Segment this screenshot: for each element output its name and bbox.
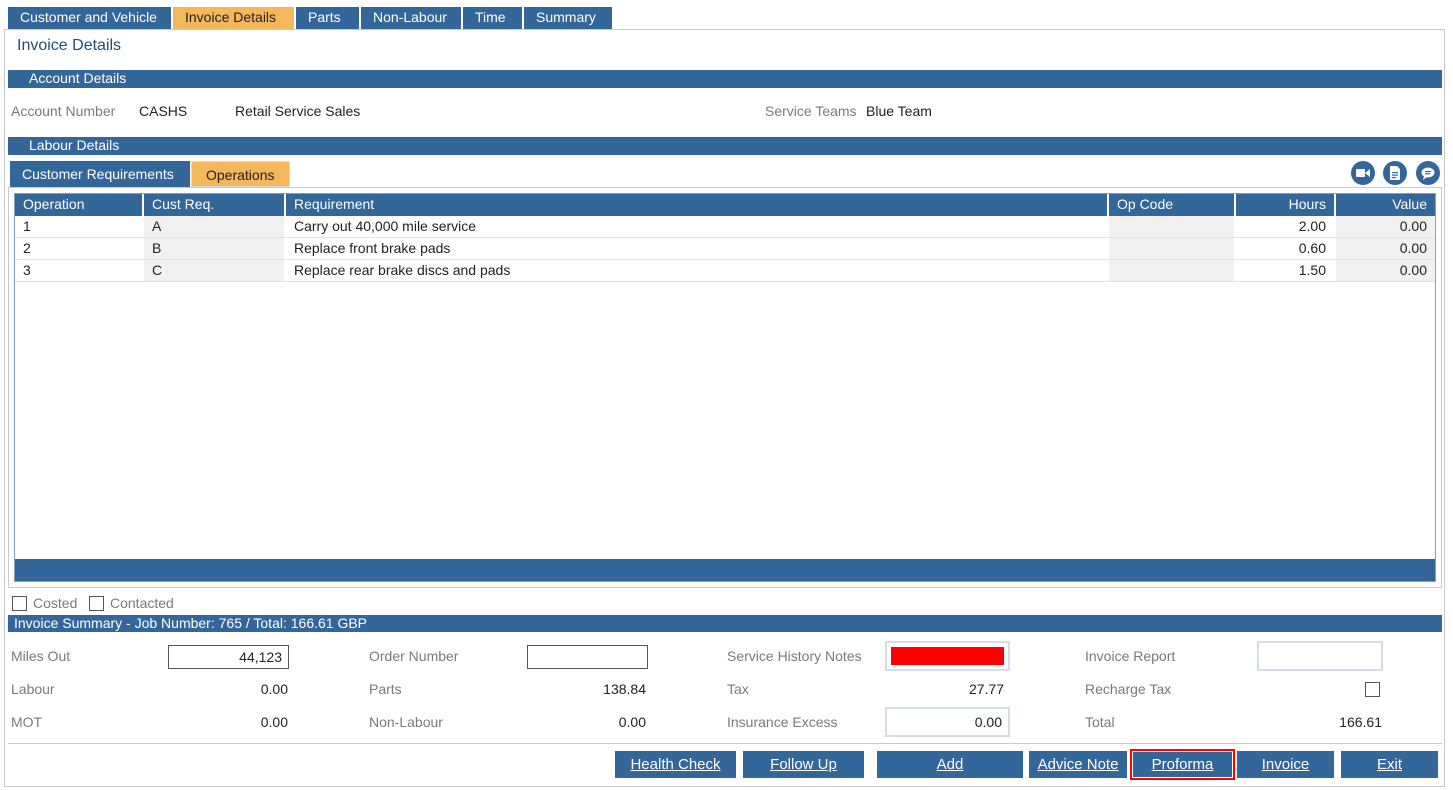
parts-value: 138.84 [603,681,646,697]
hours-cell: 1.50 [1236,260,1336,281]
requirement-cell: Carry out 40,000 mile service [286,216,1109,237]
hours-cell: 2.00 [1236,216,1336,237]
order-number-label: Order Number [369,648,459,664]
advice-note-button[interactable]: Advice Note [1029,751,1127,778]
op-code-cell [1109,238,1236,259]
grid-header-row: Operation Cust Req. Requirement Op Code … [15,194,1435,216]
tab-invoice-details[interactable]: Invoice Details [173,7,296,29]
account-details-title: Account Details [29,70,127,86]
col-cust-req-header[interactable]: Cust Req. [144,194,286,216]
comment-icon[interactable] [1416,161,1440,185]
requirement-cell: Replace rear brake discs and pads [286,260,1109,281]
requirement-cell: Replace front brake pads [286,238,1109,259]
labour-label: Labour [11,681,55,697]
exit-button[interactable]: Exit [1341,751,1438,778]
hours-cell: 0.60 [1236,238,1336,259]
labour-details-header: Labour Details [8,137,1442,155]
tax-value: 27.77 [968,681,1004,697]
col-op-code-header[interactable]: Op Code [1109,194,1236,216]
insurance-excess-input[interactable]: 0.00 [885,707,1010,737]
table-row[interactable]: 3 C Replace rear brake discs and pads 1.… [15,260,1435,282]
service-history-notes-label: Service History Notes [727,648,862,664]
op-code-cell [1109,216,1236,237]
costed-checkbox[interactable] [12,595,27,611]
tab-time[interactable]: Time [463,7,524,29]
account-number-value: CASHS [139,103,188,119]
cust-req-cell: A [144,216,286,237]
non-labour-label: Non-Labour [369,714,443,730]
col-hours-header[interactable]: Hours [1236,194,1336,216]
contacted-label: Contacted [110,595,174,611]
proforma-button[interactable]: Proforma [1130,749,1235,780]
table-row[interactable]: 2 B Replace front brake pads 0.60 0.00 [15,238,1435,260]
account-number-label: Account Number [11,103,116,119]
page-title: Invoice Details [17,37,122,54]
non-labour-value: 0.00 [618,714,646,730]
miles-out-input[interactable]: 44,123 [168,645,289,669]
col-value-header[interactable]: Value [1336,194,1435,216]
tab-customer-and-vehicle[interactable]: Customer and Vehicle [8,7,173,29]
tab-customer-requirements[interactable]: Customer Requirements [10,161,190,187]
order-number-input[interactable] [527,645,648,669]
grid-footer [15,559,1435,581]
account-details-header: Account Details [8,70,1442,88]
tab-non-labour[interactable]: Non-Labour [361,7,463,29]
total-value: 166.61 [1339,714,1382,730]
col-operation-header[interactable]: Operation [15,194,144,216]
labour-value: 0.00 [260,681,288,697]
service-teams-label: Service Teams [765,103,857,119]
document-icon[interactable] [1383,161,1407,185]
service-history-alert-fill [891,647,1004,665]
costed-checkbox-group: Costed [12,595,77,611]
insurance-excess-label: Insurance Excess [727,714,838,730]
health-check-button[interactable]: Health Check [615,751,736,778]
parts-label: Parts [369,681,402,697]
value-cell: 0.00 [1336,238,1435,259]
video-icon[interactable] [1351,161,1375,185]
contacted-checkbox-group: Contacted [89,595,174,611]
invoice-button[interactable]: Invoice [1237,751,1334,778]
mot-value: 0.00 [260,714,288,730]
tab-summary[interactable]: Summary [524,7,614,29]
op-code-cell [1109,260,1236,281]
invoice-report-label: Invoice Report [1085,648,1176,664]
labour-sub-tabs: Customer Requirements Operations [10,161,290,187]
invoice-report-field[interactable] [1257,641,1383,671]
recharge-tax-checkbox[interactable] [1365,682,1380,697]
invoice-summary-header: Invoice Summary - Job Number: 765 / Tota… [8,615,1442,632]
col-requirement-header[interactable]: Requirement [286,194,1109,216]
miles-out-label: Miles Out [11,648,71,664]
tab-parts[interactable]: Parts [296,7,361,29]
service-history-notes-field[interactable] [885,641,1010,671]
cust-req-cell: C [144,260,286,281]
top-tab-strip: Customer and Vehicle Invoice Details Par… [8,7,614,29]
value-cell: 0.00 [1336,216,1435,237]
labour-details-title: Labour Details [29,137,120,153]
operation-cell: 3 [15,260,144,281]
total-label: Total [1085,714,1115,730]
operation-cell: 2 [15,238,144,259]
invoice-summary-title: Invoice Summary - Job Number: 765 / Tota… [14,615,368,631]
operation-cell: 1 [15,216,144,237]
value-cell: 0.00 [1336,260,1435,281]
service-team-value: Blue Team [866,103,932,119]
add-button[interactable]: Add [877,751,1023,778]
recharge-tax-label: Recharge Tax [1085,681,1172,697]
cust-req-cell: B [144,238,286,259]
operations-grid: Operation Cust Req. Requirement Op Code … [14,193,1436,582]
costed-label: Costed [33,595,78,611]
follow-up-button[interactable]: Follow Up [743,751,864,778]
table-row[interactable]: 1 A Carry out 40,000 mile service 2.00 0… [15,216,1435,238]
button-bar-separator [8,743,1442,744]
account-name-value: Retail Service Sales [235,103,361,119]
mot-label: MOT [11,714,43,730]
tab-operations[interactable]: Operations [191,161,290,187]
tax-label: Tax [727,681,749,697]
contacted-checkbox[interactable] [89,595,104,611]
